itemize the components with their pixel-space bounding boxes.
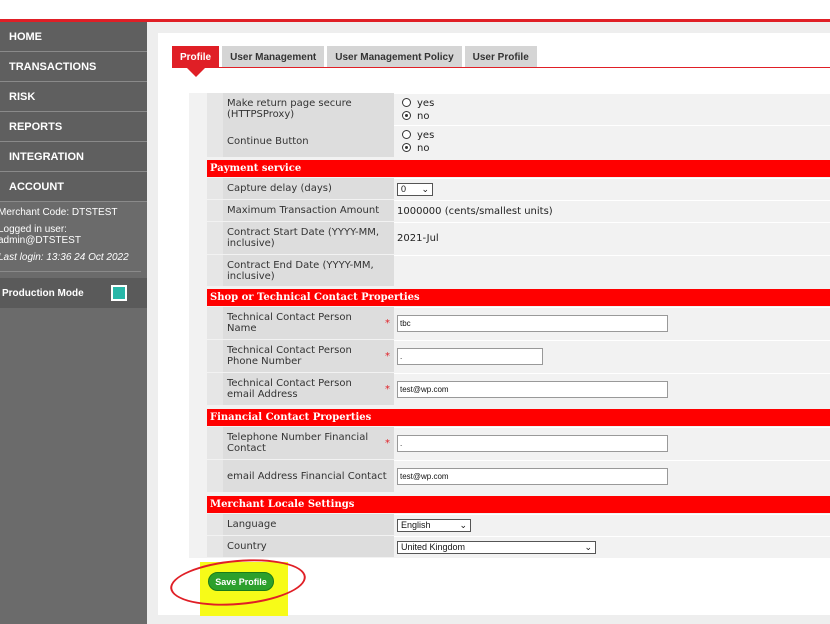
label-fin-phone-text: Telephone Number Financial Contact [227,432,369,454]
chevron-down-icon: ⌄ [421,183,429,194]
row-fin-phone: Telephone Number Financial Contact * . [207,427,830,459]
last-login: Last login: 13:36 24 Oct 2022 [0,252,129,263]
radio-continue-yes[interactable] [402,129,411,139]
section-locale-settings: Merchant Locale Settings [207,496,830,513]
value-contract-start: 2021-Jul [394,222,830,254]
section-technical-contact: Shop or Technical Contact Properties [207,289,830,306]
required-mark: * [385,350,390,362]
label-tech-email: Technical Contact Person email Address * [223,373,394,405]
chevron-down-icon: ⌄ [459,519,467,530]
capture-delay-value: 0 [401,184,407,194]
row-language: Language English ⌄ [207,514,830,535]
label-tech-phone: Technical Contact Person Phone Number * [223,340,394,372]
label-country: Country [223,536,394,557]
nav-reports[interactable]: REPORTS [0,112,147,142]
required-mark: * [385,383,390,395]
row-max-amount: Maximum Transaction Amount 1000000 (cent… [207,200,830,221]
nav-transactions[interactable]: TRANSACTIONS [0,52,147,82]
tab-bar: Profile User Management User Management … [172,46,540,68]
capture-delay-select[interactable]: 0 ⌄ [397,182,433,196]
save-profile-button[interactable]: Save Profile [208,572,274,591]
tech-phone-input[interactable]: . [397,348,543,365]
row-contract-start: Contract Start Date (YYYY-MM, inclusive)… [207,222,830,254]
label-tech-name: Technical Contact Person Name * [223,307,394,339]
language-select[interactable]: English ⌄ [397,518,471,532]
section-payment-service: Payment service [207,160,830,177]
radio-continue-yes-label: yes [417,129,435,141]
top-bar [0,0,830,22]
value-max-amount: 1000000 (cents/smallest units) [394,200,830,221]
nav-integration[interactable]: INTEGRATION [0,142,147,172]
value-language: English ⌄ [394,514,830,535]
row-fin-email: email Address Financial Contact test@wp.… [207,460,830,492]
label-language: Language [223,514,394,535]
value-tech-name: tbc [394,307,830,339]
label-contract-start: Contract Start Date (YYYY-MM, inclusive) [223,222,394,254]
row-secure: Make return page secure (HTTPSProxy) yes… [207,93,830,125]
country-value: United Kingdom [401,542,466,552]
radio-secure-yes-label: yes [417,97,435,109]
required-mark: * [385,437,390,449]
radio-continue-no[interactable] [402,142,411,152]
label-secure: Make return page secure (HTTPSProxy) [223,93,394,125]
nav-account[interactable]: ACCOUNT [0,172,147,202]
row-tech-email: Technical Contact Person email Address * … [207,373,830,405]
tab-profile[interactable]: Profile [172,46,220,68]
production-mode-toggle[interactable] [111,285,127,301]
required-mark: * [385,317,390,329]
row-contract-end: Contract End Date (YYYY-MM, inclusive) [207,255,830,286]
country-select[interactable]: United Kingdom ⌄ [397,540,596,554]
value-contract-end [394,255,830,286]
radio-secure-no[interactable] [402,110,411,120]
tech-email-input[interactable]: test@wp.com [397,381,668,398]
nav-home[interactable]: HOME [0,22,147,52]
row-continue: Continue Button yes no [207,125,830,157]
value-fin-email: test@wp.com [394,460,830,492]
fin-email-input[interactable]: test@wp.com [397,468,668,485]
label-tech-email-text: Technical Contact Person email Address [227,378,352,400]
label-capture-delay: Capture delay (days) [223,178,394,199]
label-continue: Continue Button [223,125,394,157]
value-capture-delay: 0 ⌄ [394,178,830,199]
row-tech-name: Technical Contact Person Name * tbc [207,307,830,339]
value-fin-phone: . [394,427,830,459]
sidebar: HOME TRANSACTIONS RISK REPORTS INTEGRATI… [0,22,147,624]
language-value: English [401,520,431,530]
label-max-amount: Maximum Transaction Amount [223,200,394,221]
fin-phone-input[interactable]: . [397,435,668,452]
row-capture-delay: Capture delay (days) 0 ⌄ [207,178,830,199]
production-mode: Production Mode [0,278,147,308]
radio-secure-no-label: no [417,110,430,122]
radio-secure-yes[interactable] [402,97,411,107]
logged-in-label: Logged in user: [0,224,67,235]
active-tab-pointer [186,67,206,77]
label-fin-phone: Telephone Number Financial Contact * [223,427,394,459]
production-mode-label: Production Mode [2,287,84,299]
tab-user-management[interactable]: User Management [222,46,325,68]
tab-user-management-policy[interactable]: User Management Policy [327,46,462,68]
tech-name-input[interactable]: tbc [397,315,668,332]
label-tech-phone-text: Technical Contact Person Phone Number [227,345,352,367]
section-financial-contact: Financial Contact Properties [207,409,830,426]
value-continue: yes no [394,125,830,157]
value-tech-phone: . [394,340,830,372]
logged-in-user: admin@DTSTEST [0,235,81,246]
value-tech-email: test@wp.com [394,373,830,405]
row-country: Country United Kingdom ⌄ [207,536,830,557]
tab-user-profile[interactable]: User Profile [464,46,537,68]
tab-underline [172,67,830,68]
value-country: United Kingdom ⌄ [394,536,830,557]
radio-continue-no-label: no [417,142,430,154]
row-tech-phone: Technical Contact Person Phone Number * . [207,340,830,372]
label-fin-email: email Address Financial Contact [223,460,394,492]
value-secure: yes no [394,93,830,125]
sidebar-info: Merchant Code: DTSTEST Logged in user: a… [0,202,147,263]
label-contract-end: Contract End Date (YYYY-MM, inclusive) [223,255,394,286]
label-tech-name-text: Technical Contact Person Name [227,312,352,334]
nav-risk[interactable]: RISK [0,82,147,112]
sidebar-divider [0,271,141,272]
chevron-down-icon: ⌄ [584,541,592,552]
